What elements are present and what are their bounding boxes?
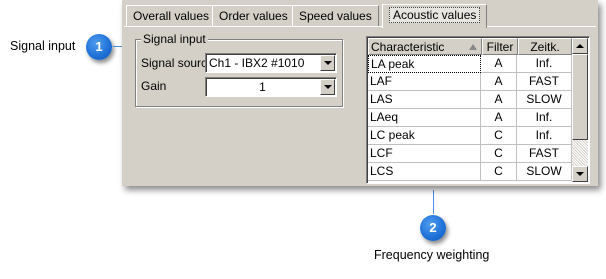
column-header-zeitk[interactable]: Zeitk. bbox=[518, 38, 572, 55]
tab-label: Speed values bbox=[299, 9, 372, 23]
tab-order-values[interactable]: Order values bbox=[212, 5, 295, 27]
cell-filter: A bbox=[481, 109, 517, 127]
cell-filter: C bbox=[481, 127, 517, 145]
tab-strip-line bbox=[124, 26, 596, 27]
cell-characteristic: LAeq bbox=[368, 109, 481, 127]
table-row[interactable]: LC peak C Inf. bbox=[368, 127, 572, 145]
column-header-label: Characteristic bbox=[371, 40, 445, 54]
tab-label: Acoustic values bbox=[389, 7, 481, 23]
callout-label-frequency-weighting: Frequency weighting bbox=[374, 248, 490, 262]
gain-select[interactable]: 1 bbox=[205, 77, 337, 97]
arrow-up-icon bbox=[576, 44, 584, 48]
callout-badge-2: 2 bbox=[420, 215, 446, 241]
column-header-filter[interactable]: Filter bbox=[482, 38, 518, 55]
characteristics-table[interactable]: Characteristic Filter Zeitk. LA peak A I… bbox=[366, 36, 590, 184]
group-title: Signal input bbox=[141, 32, 208, 46]
scroll-track[interactable] bbox=[572, 140, 588, 166]
cell-characteristic: LAF bbox=[368, 73, 481, 91]
scroll-down-button[interactable] bbox=[572, 166, 588, 182]
tab-label: Order values bbox=[219, 9, 288, 23]
table-row[interactable]: LAeq A Inf. bbox=[368, 109, 572, 127]
tab-speed-values[interactable]: Speed values bbox=[292, 5, 379, 27]
cell-zeitk: Inf. bbox=[517, 109, 572, 127]
cell-filter: A bbox=[481, 55, 517, 73]
signal-source-label: Signal source bbox=[141, 56, 214, 70]
tab-acoustic-values[interactable]: Acoustic values bbox=[382, 4, 488, 28]
cell-characteristic: LC peak bbox=[368, 127, 481, 145]
chevron-down-icon bbox=[324, 61, 332, 65]
cell-zeitk: Inf. bbox=[517, 55, 572, 73]
cell-zeitk: FAST bbox=[517, 73, 572, 91]
scroll-up-button[interactable] bbox=[572, 38, 588, 54]
table-row[interactable]: LAF A FAST bbox=[368, 73, 572, 91]
signal-source-value: Ch1 - IBX2 #1010 bbox=[209, 56, 305, 70]
cell-zeitk: SLOW bbox=[517, 163, 572, 181]
chevron-down-icon bbox=[324, 85, 332, 89]
cell-characteristic: LCF bbox=[368, 145, 481, 163]
signal-source-select[interactable]: Ch1 - IBX2 #1010 bbox=[205, 53, 337, 73]
cell-zeitk: Inf. bbox=[517, 127, 572, 145]
table-row[interactable]: LCF C FAST bbox=[368, 145, 572, 163]
vertical-scrollbar[interactable] bbox=[572, 38, 588, 182]
scroll-thumb[interactable] bbox=[572, 54, 588, 140]
callout-label-signal-input: Signal input bbox=[10, 39, 76, 53]
cell-filter: A bbox=[481, 73, 517, 91]
dropdown-button[interactable] bbox=[320, 55, 335, 71]
table-row[interactable]: LCS C SLOW bbox=[368, 163, 572, 181]
tab-overall-values[interactable]: Overall values bbox=[126, 5, 217, 27]
arrow-down-icon bbox=[576, 172, 584, 176]
column-header-characteristic[interactable]: Characteristic bbox=[368, 38, 482, 55]
callout-badge-1: 1 bbox=[86, 34, 112, 60]
cell-zeitk: SLOW bbox=[517, 91, 572, 109]
cell-characteristic: LAS bbox=[368, 91, 481, 109]
table-row[interactable]: LAS A SLOW bbox=[368, 91, 572, 109]
sort-ascending-icon bbox=[469, 44, 477, 50]
cell-filter: A bbox=[481, 91, 517, 109]
table-row[interactable]: LA peak A Inf. bbox=[368, 55, 572, 73]
dropdown-button[interactable] bbox=[320, 79, 335, 95]
cell-characteristic: LCS bbox=[368, 163, 481, 181]
cell-zeitk: FAST bbox=[517, 145, 572, 163]
tab-label: Overall values bbox=[133, 9, 210, 23]
gain-value: 1 bbox=[259, 80, 266, 94]
gain-label: Gain bbox=[141, 79, 167, 93]
cell-characteristic: LA peak bbox=[368, 55, 481, 73]
cell-filter: C bbox=[481, 163, 517, 181]
cell-filter: C bbox=[481, 145, 517, 163]
column-header-label: Filter bbox=[486, 40, 514, 54]
callout-leader-2 bbox=[433, 190, 434, 214]
column-header-label: Zeitk. bbox=[530, 40, 560, 54]
